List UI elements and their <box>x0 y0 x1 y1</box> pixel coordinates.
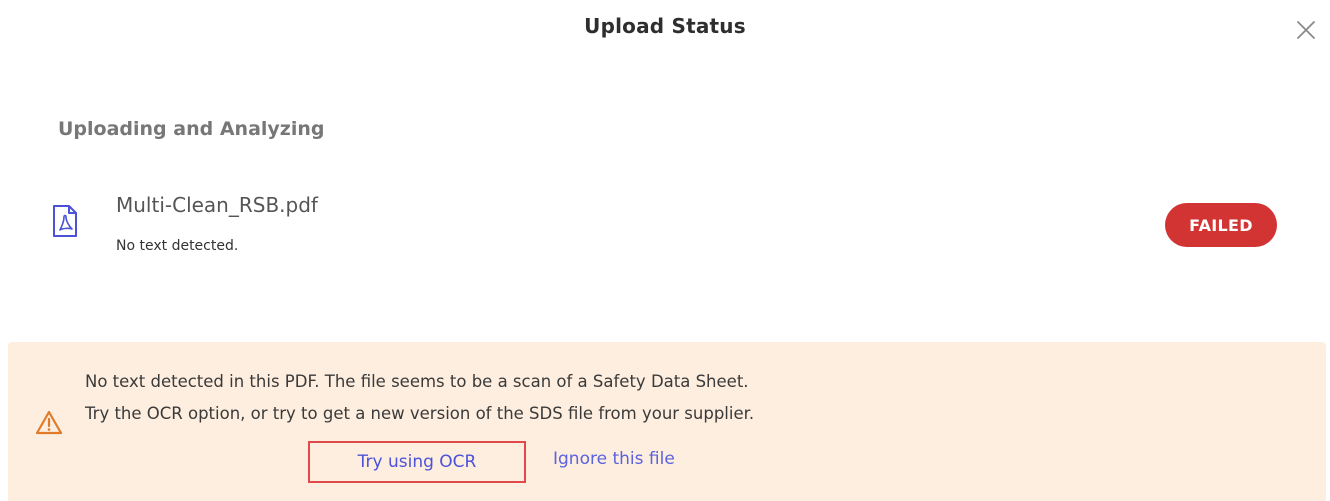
dialog-title: Upload Status <box>584 14 746 38</box>
alert-message-line-2: Try the OCR option, or try to get a new … <box>85 404 755 423</box>
status-badge: FAILED <box>1165 203 1277 247</box>
alert-message-line-1: No text detected in this PDF. The file s… <box>85 372 749 391</box>
close-icon <box>1297 21 1315 39</box>
ignore-file-link[interactable]: Ignore this file <box>553 449 675 469</box>
try-ocr-link[interactable]: Try using OCR <box>308 441 526 483</box>
file-name: Multi-Clean_RSB.pdf <box>116 193 318 217</box>
pdf-file-icon <box>52 204 78 238</box>
warning-alert: No text detected in this PDF. The file s… <box>8 342 1326 501</box>
upload-status-dialog: Upload Status Uploading and Analyzing Mu… <box>0 0 1330 501</box>
warning-icon <box>35 410 63 436</box>
file-row: Multi-Clean_RSB.pdf No text detected. FA… <box>52 190 1292 270</box>
section-title: Uploading and Analyzing <box>58 118 325 140</box>
close-button[interactable] <box>1294 18 1318 42</box>
file-status-text: No text detected. <box>116 238 239 254</box>
